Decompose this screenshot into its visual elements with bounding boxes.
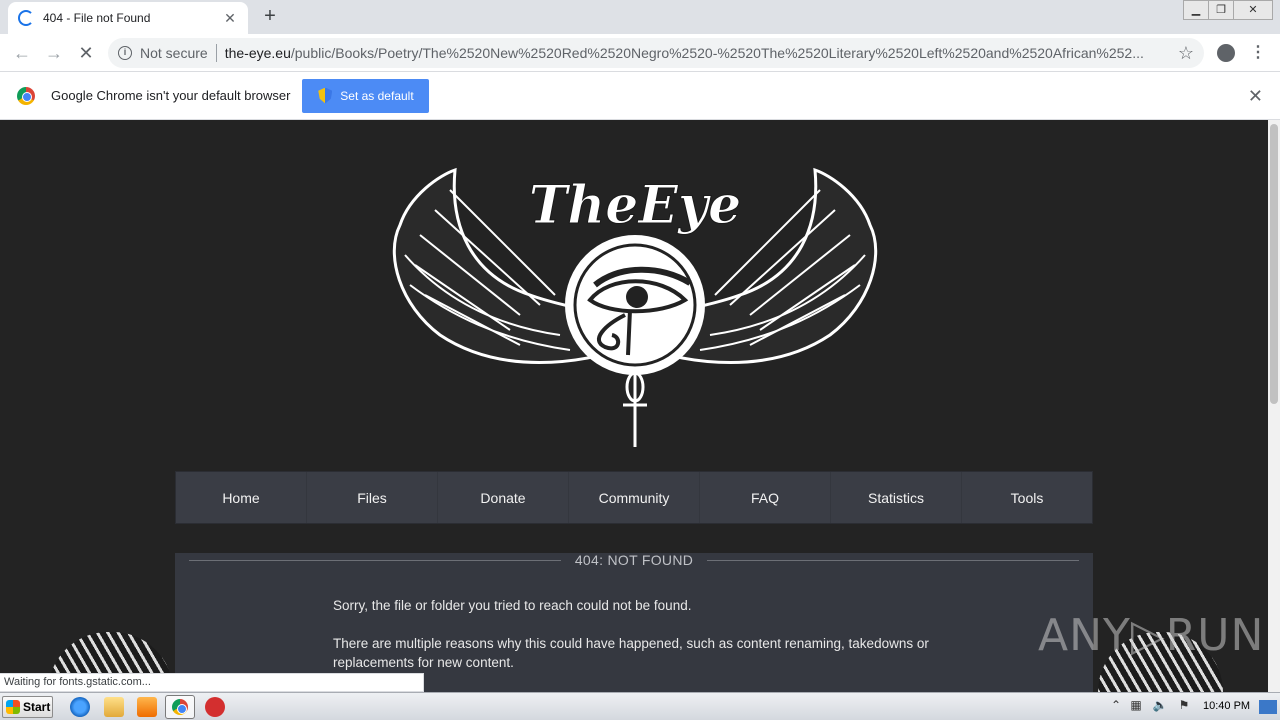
logo-text: TheEye bbox=[529, 175, 742, 236]
heading-rule bbox=[707, 559, 1079, 561]
profile-avatar-icon[interactable] bbox=[1217, 44, 1235, 62]
default-browser-infobar: Google Chrome isn't your default browser… bbox=[0, 72, 1280, 120]
error-explanation: There are multiple reasons why this coul… bbox=[333, 636, 929, 670]
nav-item-community[interactable]: Community bbox=[569, 472, 700, 523]
set-as-default-label: Set as default bbox=[340, 88, 414, 103]
nav-item-statistics[interactable]: Statistics bbox=[831, 472, 962, 523]
media-player-icon[interactable] bbox=[137, 697, 157, 717]
browser-toolbar: ← → ✕ i Not secure the-eye.eu/public/Boo… bbox=[0, 34, 1280, 72]
address-bar[interactable]: i Not secure the-eye.eu/public/Books/Poe… bbox=[108, 38, 1204, 68]
anyrun-watermark: ANY▷RUN bbox=[1038, 610, 1265, 661]
uac-shield-icon bbox=[318, 87, 333, 104]
panel-heading: 404: NOT FOUND bbox=[189, 552, 1079, 568]
site-navigation: Home Files Donate Community FAQ Statisti… bbox=[175, 471, 1093, 524]
nav-item-faq[interactable]: FAQ bbox=[700, 472, 831, 523]
show-desktop-icon[interactable] bbox=[1259, 700, 1277, 714]
menu-kebab-icon[interactable]: ⋮ bbox=[1247, 42, 1269, 64]
nav-item-donate[interactable]: Donate bbox=[438, 472, 569, 523]
action-center-flag-icon[interactable]: ⚑ bbox=[1176, 697, 1192, 713]
taskbar-clock[interactable]: 10:40 PM bbox=[1203, 700, 1250, 712]
web-page: TheEye Home Files Donate Community FAQ S… bbox=[0, 120, 1268, 692]
file-explorer-icon[interactable] bbox=[104, 697, 124, 717]
antivirus-icon[interactable] bbox=[205, 697, 225, 717]
nav-item-tools[interactable]: Tools bbox=[962, 472, 1092, 523]
start-button[interactable]: Start bbox=[2, 696, 53, 718]
url-host: the-eye.eu bbox=[224, 45, 291, 61]
windows-taskbar: Start ⌃ ▦ 🔈 ⚑ 10:40 PM bbox=[0, 692, 1280, 720]
tab-close-icon[interactable]: ✕ bbox=[222, 10, 238, 27]
close-window-button[interactable]: ✕ bbox=[1233, 0, 1273, 20]
panel-heading-label: 404: NOT FOUND bbox=[574, 552, 694, 568]
set-as-default-button[interactable]: Set as default bbox=[302, 78, 430, 113]
chrome-logo-icon bbox=[172, 699, 188, 715]
the-eye-winged-logo: TheEye bbox=[392, 167, 878, 447]
restore-button[interactable]: ❐ bbox=[1208, 0, 1234, 20]
info-icon[interactable]: i bbox=[118, 46, 132, 60]
loading-spinner-icon bbox=[18, 10, 34, 26]
error-panel: 404: NOT FOUND Sorry, the file or folder… bbox=[175, 552, 1093, 692]
new-tab-button[interactable]: + bbox=[258, 6, 282, 28]
chrome-taskbar-icon[interactable] bbox=[165, 695, 195, 719]
minimize-button[interactable]: ▁ bbox=[1183, 0, 1209, 20]
infobar-message: Google Chrome isn't your default browser bbox=[51, 88, 291, 103]
volume-icon[interactable]: 🔈 bbox=[1152, 697, 1168, 713]
stop-loading-icon[interactable]: ✕ bbox=[74, 41, 98, 65]
status-bubble: Waiting for fonts.gstatic.com... bbox=[0, 673, 424, 692]
start-label: Start bbox=[23, 700, 51, 714]
show-hidden-icons-icon[interactable]: ⌃ bbox=[1108, 697, 1124, 713]
chrome-logo-icon bbox=[17, 86, 35, 105]
nav-item-home[interactable]: Home bbox=[176, 472, 307, 523]
tab-title: 404 - File not Found bbox=[43, 11, 151, 25]
forward-arrow-icon[interactable]: → bbox=[42, 41, 66, 65]
nav-item-files[interactable]: Files bbox=[307, 472, 438, 523]
url-path: /public/Books/Poetry/The%2520New%2520Red… bbox=[290, 45, 1144, 61]
page-scrollbar[interactable] bbox=[1268, 120, 1280, 692]
security-label: Not secure bbox=[140, 45, 208, 61]
error-message: Sorry, the file or folder you tried to r… bbox=[333, 598, 692, 613]
divider bbox=[215, 44, 217, 62]
url-text[interactable]: the-eye.eu/public/Books/Poetry/The%2520N… bbox=[225, 45, 1168, 61]
internet-explorer-icon[interactable] bbox=[70, 697, 90, 717]
network-icon[interactable]: ▦ bbox=[1128, 697, 1144, 713]
scrollbar-thumb[interactable] bbox=[1270, 124, 1278, 404]
bookmark-star-icon[interactable]: ☆ bbox=[1178, 43, 1194, 64]
browser-tab[interactable]: 404 - File not Found ✕ bbox=[8, 2, 248, 34]
title-bar: 404 - File not Found ✕ + ▁ ❐ ✕ bbox=[0, 0, 1280, 34]
heading-rule bbox=[189, 559, 561, 561]
back-arrow-icon[interactable]: ← bbox=[10, 41, 34, 65]
windows-logo-icon bbox=[6, 700, 20, 714]
infobar-close-icon[interactable]: ✕ bbox=[1248, 86, 1263, 107]
